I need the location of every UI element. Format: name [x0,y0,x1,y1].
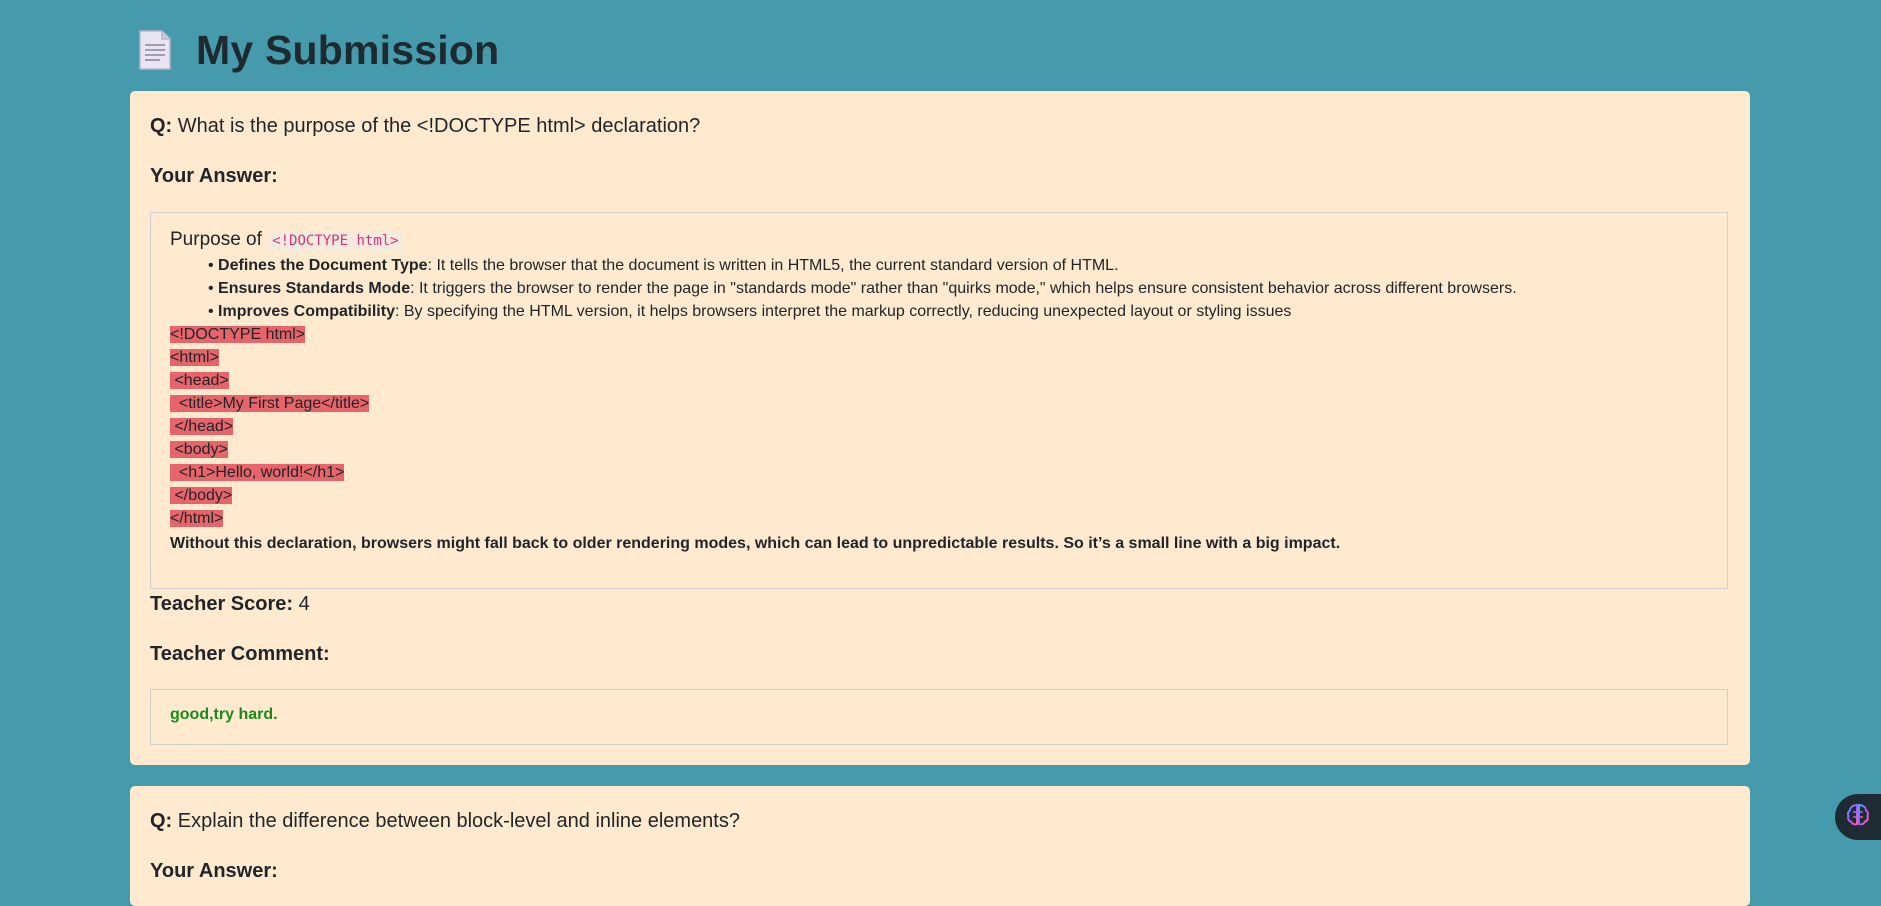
code-line: <head> [170,372,229,389]
question-text: Q: Explain the difference between block-… [150,810,740,833]
code-line: <!DOCTYPE html> [170,326,306,343]
brain-icon [1845,802,1871,833]
bullet-bold: Improves Compatibility [218,303,395,320]
question-body: Explain the difference between block-lev… [177,810,740,832]
code-line: </html> [170,510,224,527]
document-icon [138,29,172,71]
question-text: Q: What is the purpose of the <!DOCTYPE … [150,115,700,138]
answer-label: Your Answer: [150,860,278,882]
bullet-text: : It tells the browser that the document… [427,257,1119,274]
teacher-score: Teacher Score: 4 [150,593,310,616]
code-line: <html> [170,349,219,366]
teacher-comment-box: good,try hard. [150,689,1728,745]
question-prefix: Q: [150,115,173,137]
code-line: <title>My First Page</title> [170,395,370,412]
answer-heading-text: Purpose of [170,229,268,250]
teacher-comment-text: good,try hard. [170,706,278,723]
teacher-score-label: Teacher Score: [150,593,294,615]
answer-heading: Purpose of <!DOCTYPE html> [170,227,1708,254]
code-block: <!DOCTYPE html> <html> <head> <title>My … [170,323,1708,530]
answer-bullet-list: Defines the Document Type: It tells the … [170,254,1708,323]
list-item: Improves Compatibility: By specifying th… [208,300,1708,323]
answer-heading-code: <!DOCTYPE html> [267,231,404,251]
list-item: Ensures Standards Mode: It triggers the … [208,277,1708,300]
page-header: My Submission [138,22,499,78]
question-card: Q: Explain the difference between block-… [130,786,1750,906]
code-line: <body> [170,441,228,458]
question-card: Q: What is the purpose of the <!DOCTYPE … [130,91,1750,765]
teacher-score-value: 4 [298,593,310,615]
code-line: </head> [170,418,234,435]
answer-label: Your Answer: [150,165,278,187]
bullet-text: : It triggers the browser to render the … [410,280,1517,297]
bullet-bold: Defines the Document Type [218,257,428,274]
list-item: Defines the Document Type: It tells the … [208,254,1708,277]
code-line: </body> [170,487,233,504]
code-line: <h1>Hello, world!</h1> [170,464,345,481]
bullet-text: : By specifying the HTML version, it hel… [394,303,1292,320]
question-prefix: Q: [150,810,173,832]
answer-summary: Without this declaration, browsers might… [170,535,1341,552]
bullet-bold: Ensures Standards Mode [218,280,411,297]
assistant-button[interactable] [1835,794,1881,840]
answer-box: Purpose of <!DOCTYPE html> Defines the D… [150,212,1728,589]
teacher-comment-label: Teacher Comment: [150,643,330,665]
page-title: My Submission [196,26,500,73]
question-body: What is the purpose of the <!DOCTYPE htm… [177,115,701,137]
